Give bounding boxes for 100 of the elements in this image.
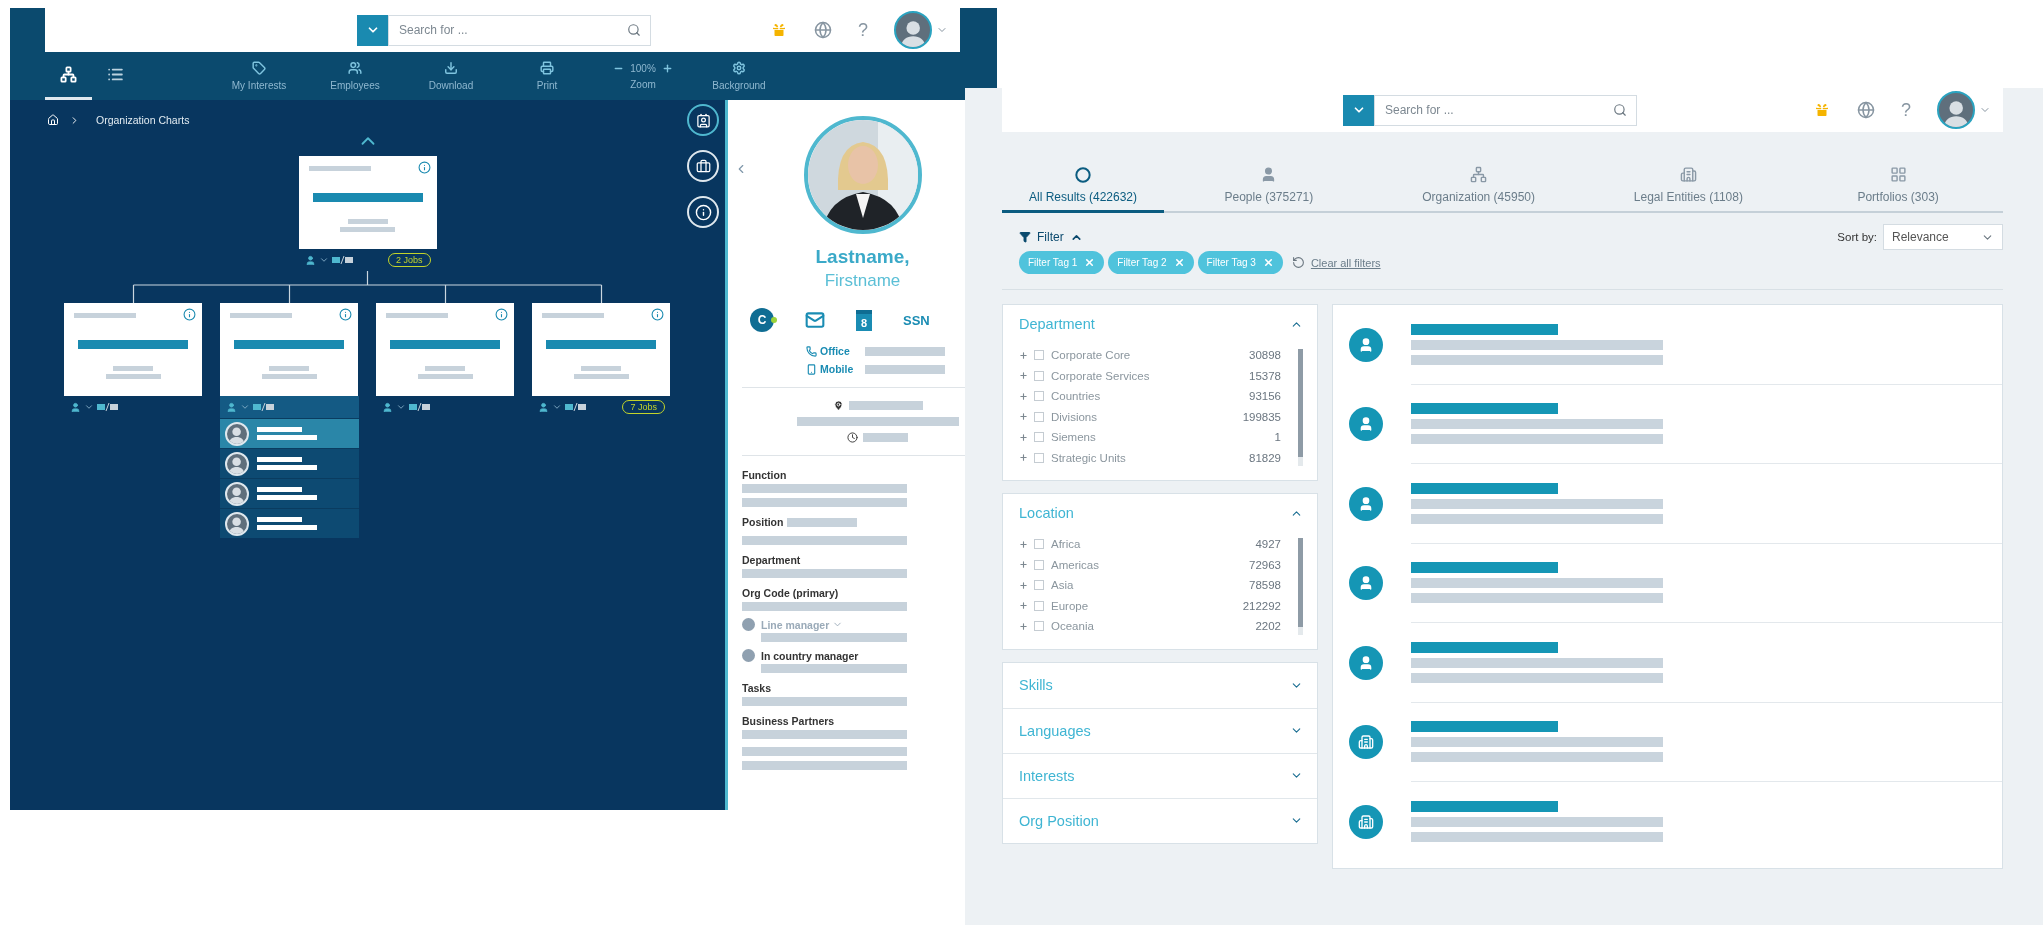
facet-header[interactable]: Department bbox=[1003, 305, 1317, 343]
facet-option[interactable]: Europe bbox=[1051, 599, 1089, 612]
clear-filters-link[interactable]: Clear all filters bbox=[1291, 256, 1381, 269]
facet-header[interactable]: Org Position bbox=[1003, 797, 1317, 843]
user-menu-button[interactable] bbox=[894, 11, 948, 49]
calendar-button[interactable]: 8 bbox=[856, 309, 872, 331]
expand-icon[interactable] bbox=[1019, 412, 1028, 422]
checkbox[interactable] bbox=[1034, 539, 1044, 550]
all-results-tab[interactable]: All Results (422632) bbox=[1002, 160, 1164, 213]
search-icon[interactable] bbox=[627, 22, 641, 37]
globe-icon[interactable] bbox=[814, 21, 832, 39]
info-icon[interactable] bbox=[183, 308, 196, 321]
checkbox[interactable] bbox=[1034, 452, 1044, 463]
placeholder-bar[interactable] bbox=[1411, 403, 1558, 415]
filter-tag[interactable]: Filter Tag 3 bbox=[1197, 251, 1283, 274]
expand-icon[interactable] bbox=[552, 402, 562, 412]
expand-icon[interactable] bbox=[1019, 539, 1028, 549]
info-icon[interactable] bbox=[651, 308, 664, 321]
search-field[interactable]: Search for ... bbox=[1374, 94, 1637, 126]
close-icon[interactable] bbox=[1173, 257, 1185, 268]
gift-icon[interactable] bbox=[1813, 101, 1831, 119]
member-row[interactable] bbox=[220, 508, 359, 538]
facet-option[interactable]: Oceania bbox=[1051, 620, 1094, 633]
scrollbar[interactable] bbox=[1298, 349, 1303, 466]
facet-header[interactable]: Location bbox=[1003, 494, 1317, 532]
search-scope-dropdown[interactable] bbox=[357, 14, 388, 46]
expand-icon[interactable] bbox=[1019, 560, 1028, 570]
expand-icon[interactable] bbox=[318, 255, 329, 265]
member-row[interactable] bbox=[220, 478, 359, 508]
home-icon[interactable] bbox=[47, 114, 59, 126]
facet-option[interactable]: Corporate Services bbox=[1051, 369, 1150, 382]
help-button[interactable]: ? bbox=[1901, 99, 1911, 121]
search-icon[interactable] bbox=[1613, 102, 1627, 117]
zoom-in-icon[interactable] bbox=[661, 62, 673, 74]
expand-icon[interactable] bbox=[396, 402, 406, 412]
manager-label[interactable]: Line manager bbox=[761, 618, 844, 631]
expand-icon[interactable] bbox=[1019, 580, 1028, 590]
sort-dropdown[interactable]: Relevance bbox=[1883, 224, 2003, 250]
placeholder-bar[interactable] bbox=[1411, 482, 1558, 494]
facet-option[interactable]: Africa bbox=[1051, 538, 1081, 551]
facet-header[interactable]: Skills bbox=[1003, 662, 1317, 708]
checkbox[interactable] bbox=[1034, 559, 1044, 570]
expand-icon[interactable] bbox=[1019, 432, 1028, 442]
expand-icon[interactable] bbox=[1019, 453, 1028, 463]
unit-card[interactable] bbox=[64, 303, 202, 396]
checkbox[interactable] bbox=[1034, 391, 1044, 402]
placeholder-bar[interactable] bbox=[1411, 323, 1558, 335]
checkbox[interactable] bbox=[1034, 580, 1044, 591]
scrollbar[interactable] bbox=[1298, 538, 1303, 635]
print-button[interactable]: Print bbox=[499, 52, 595, 100]
checkbox[interactable] bbox=[1034, 370, 1044, 381]
placeholder-bar[interactable] bbox=[1411, 641, 1558, 653]
contact-initial-button[interactable]: C bbox=[750, 308, 774, 332]
placeholder-bar[interactable] bbox=[1411, 562, 1558, 574]
facet-option[interactable]: Siemens bbox=[1051, 431, 1096, 444]
contact-button[interactable] bbox=[687, 104, 719, 136]
employees-button[interactable]: Employees bbox=[307, 52, 403, 100]
member-row[interactable] bbox=[220, 418, 359, 448]
unit-card[interactable] bbox=[376, 303, 514, 396]
checkbox[interactable] bbox=[1034, 621, 1044, 632]
facet-option[interactable]: Asia bbox=[1051, 579, 1074, 592]
checkbox[interactable] bbox=[1034, 350, 1044, 361]
info-button[interactable] bbox=[687, 196, 719, 228]
unit-card[interactable] bbox=[298, 156, 437, 249]
filter-tag[interactable]: Filter Tag 1 bbox=[1019, 251, 1105, 274]
legal-entities-tab[interactable]: Legal Entities (1108) bbox=[1583, 160, 1794, 213]
expand-icon[interactable] bbox=[1019, 391, 1028, 401]
download-button[interactable]: Download bbox=[403, 52, 499, 100]
mail-icon[interactable] bbox=[805, 310, 825, 330]
globe-icon[interactable] bbox=[1857, 101, 1875, 119]
my-interests-button[interactable]: My Interests bbox=[211, 52, 307, 100]
filter-toggle[interactable]: Filter bbox=[1019, 230, 1083, 244]
expand-icon[interactable] bbox=[1019, 371, 1028, 381]
expand-icon[interactable] bbox=[240, 402, 250, 412]
unit-card[interactable] bbox=[532, 303, 670, 396]
filter-tag[interactable]: Filter Tag 2 bbox=[1108, 251, 1194, 274]
placeholder-bar[interactable] bbox=[1411, 721, 1558, 733]
info-icon[interactable] bbox=[417, 161, 431, 174]
unit-card[interactable] bbox=[220, 303, 358, 396]
facet-option[interactable]: Strategic Units bbox=[1051, 451, 1126, 464]
facet-option[interactable]: Americas bbox=[1051, 558, 1099, 571]
expand-icon[interactable] bbox=[1019, 621, 1028, 631]
gift-icon[interactable] bbox=[770, 21, 788, 39]
facet-option[interactable]: Corporate Core bbox=[1051, 349, 1131, 362]
search-scope-dropdown[interactable] bbox=[1343, 94, 1374, 126]
checkbox[interactable] bbox=[1034, 411, 1044, 422]
breadcrumb-link[interactable]: Organization Charts bbox=[96, 114, 190, 126]
portfolios-tab[interactable]: Portfolios (303) bbox=[1793, 160, 2003, 213]
close-icon[interactable] bbox=[1262, 257, 1274, 268]
ssn-button[interactable]: SSN bbox=[903, 312, 930, 328]
facet-option[interactable]: Countries bbox=[1051, 390, 1101, 403]
user-menu-button[interactable] bbox=[1937, 91, 1991, 129]
help-button[interactable]: ? bbox=[858, 19, 868, 41]
facet-option[interactable]: Divisions bbox=[1051, 410, 1097, 423]
expand-icon[interactable] bbox=[84, 402, 94, 412]
checkbox[interactable] bbox=[1034, 600, 1044, 611]
people-tab[interactable]: People (375271) bbox=[1164, 160, 1374, 213]
expand-icon[interactable] bbox=[1019, 601, 1028, 611]
background-button[interactable]: Background bbox=[691, 52, 787, 100]
close-icon[interactable] bbox=[1084, 257, 1096, 268]
